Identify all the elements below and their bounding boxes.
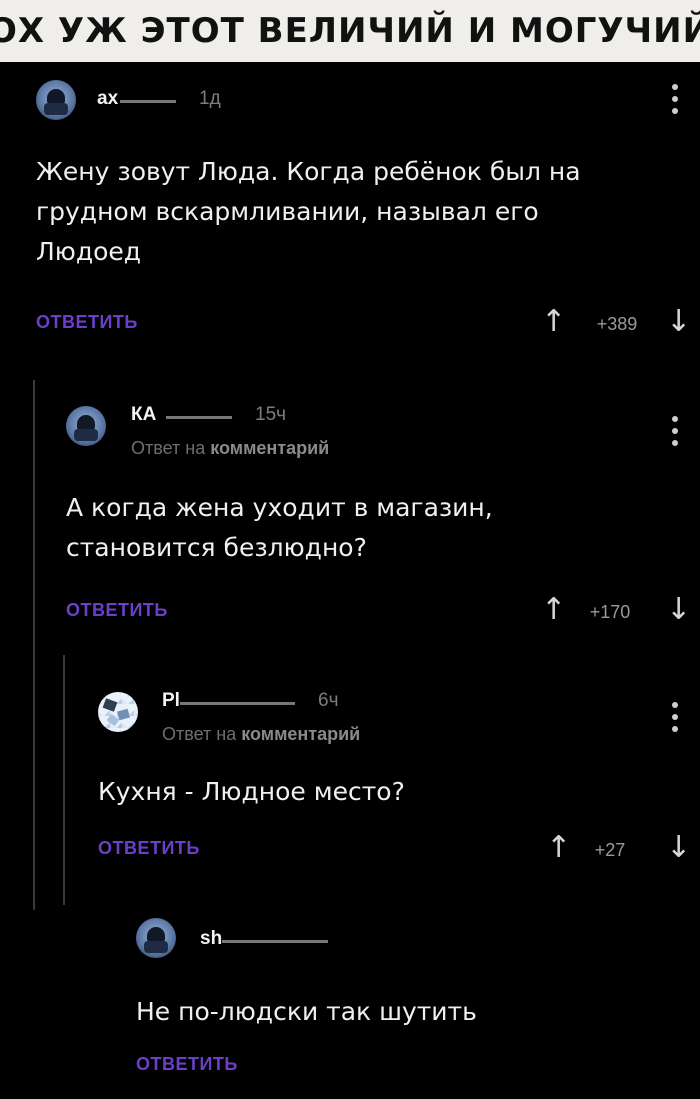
comment-1: ax 1д Жену зовут Люда. Когда ребёнок был… [0,62,700,362]
comment-2: КА 15ч Ответ на комментарий А когда жена… [0,390,700,640]
username[interactable]: sh [200,928,222,950]
reply-button[interactable]: ОТВЕТИТЬ [66,600,168,621]
avatar-tile [102,698,118,712]
comment-score: +27 [594,840,626,860]
reply-button[interactable]: ОТВЕТИТЬ [136,1054,238,1075]
user-avatar[interactable] [136,918,176,958]
comment-text-line: Жену зовут Люда. Когда ребёнок был на [36,157,581,186]
upvote-arrow-icon[interactable]: ↑ [541,595,566,625]
comment-text-line: Людоед [36,237,142,266]
reply-reference-prefix: Ответ на [162,724,242,744]
comment-text-line: становится безлюдно? [66,533,367,562]
upvote-arrow-icon[interactable]: ↑ [541,307,566,337]
reply-reference: Ответ на комментарий [131,438,329,459]
avatar-helmet [47,89,65,104]
username[interactable]: ax [97,88,118,110]
avatar-helmet [77,415,95,430]
reply-button[interactable]: ОТВЕТИТЬ [36,312,138,333]
comment-score: +170 [589,602,631,622]
downvote-arrow-icon[interactable]: ↓ [666,307,691,337]
user-avatar[interactable] [98,692,138,732]
redacted-username-bar [120,100,176,103]
avatar-helmet [147,927,165,942]
comment-time: 1д [199,88,221,109]
reply-reference-link[interactable]: комментарий [210,438,329,458]
reply-reference: Ответ на комментарий [162,724,360,745]
avatar-body [44,103,68,115]
comment-menu-icon[interactable] [672,84,678,114]
avatar-body [144,941,168,953]
user-avatar[interactable] [36,80,76,120]
reply-reference-link[interactable]: комментарий [241,724,360,744]
comment-text: Кухня - Людное место? [98,772,405,812]
username[interactable]: КА [131,404,156,426]
upvote-arrow-icon[interactable]: ↑ [546,833,571,863]
reply-reference-prefix: Ответ на [131,438,211,458]
comment-text: Не по-людски так шутить [136,992,477,1032]
comment-text-line: Кухня - Людное место? [98,777,405,806]
comment-4: sh Не по-людски так шутить ОТВЕТИТЬ [0,912,700,1092]
meme-title: ОХ УЖ ЭТОТ ВЕЛИЧИЙ И МОГУЧИЙ [0,11,700,51]
comment-score: +389 [596,314,638,334]
comment-text: А когда жена уходит в магазин, становитс… [66,488,493,568]
downvote-arrow-icon[interactable]: ↓ [666,833,691,863]
redacted-username-bar [166,416,232,419]
avatar-body [74,429,98,441]
downvote-arrow-icon[interactable]: ↓ [666,595,691,625]
comment-menu-icon[interactable] [672,416,678,446]
comment-text: Жену зовут Люда. Когда ребёнок был на гр… [36,152,581,272]
comment-text-line: Не по-людски так шутить [136,997,477,1026]
comment-time: 15ч [255,404,287,425]
meme-title-banner: ОХ УЖ ЭТОТ ВЕЛИЧИЙ И МОГУЧИЙ [0,0,700,62]
username[interactable]: Pl [162,690,180,712]
reply-button[interactable]: ОТВЕТИТЬ [98,838,200,859]
redacted-username-bar [180,702,295,705]
comment-time: 6ч [318,690,339,711]
comment-menu-icon[interactable] [672,702,678,732]
user-avatar[interactable] [66,406,106,446]
comment-text-line: грудном вскармливании, называл его [36,197,539,226]
comment-3: Pl 6ч Ответ на комментарий Кухня - Людно… [0,672,700,872]
redacted-username-bar [222,940,328,943]
comment-text-line: А когда жена уходит в магазин, [66,493,493,522]
